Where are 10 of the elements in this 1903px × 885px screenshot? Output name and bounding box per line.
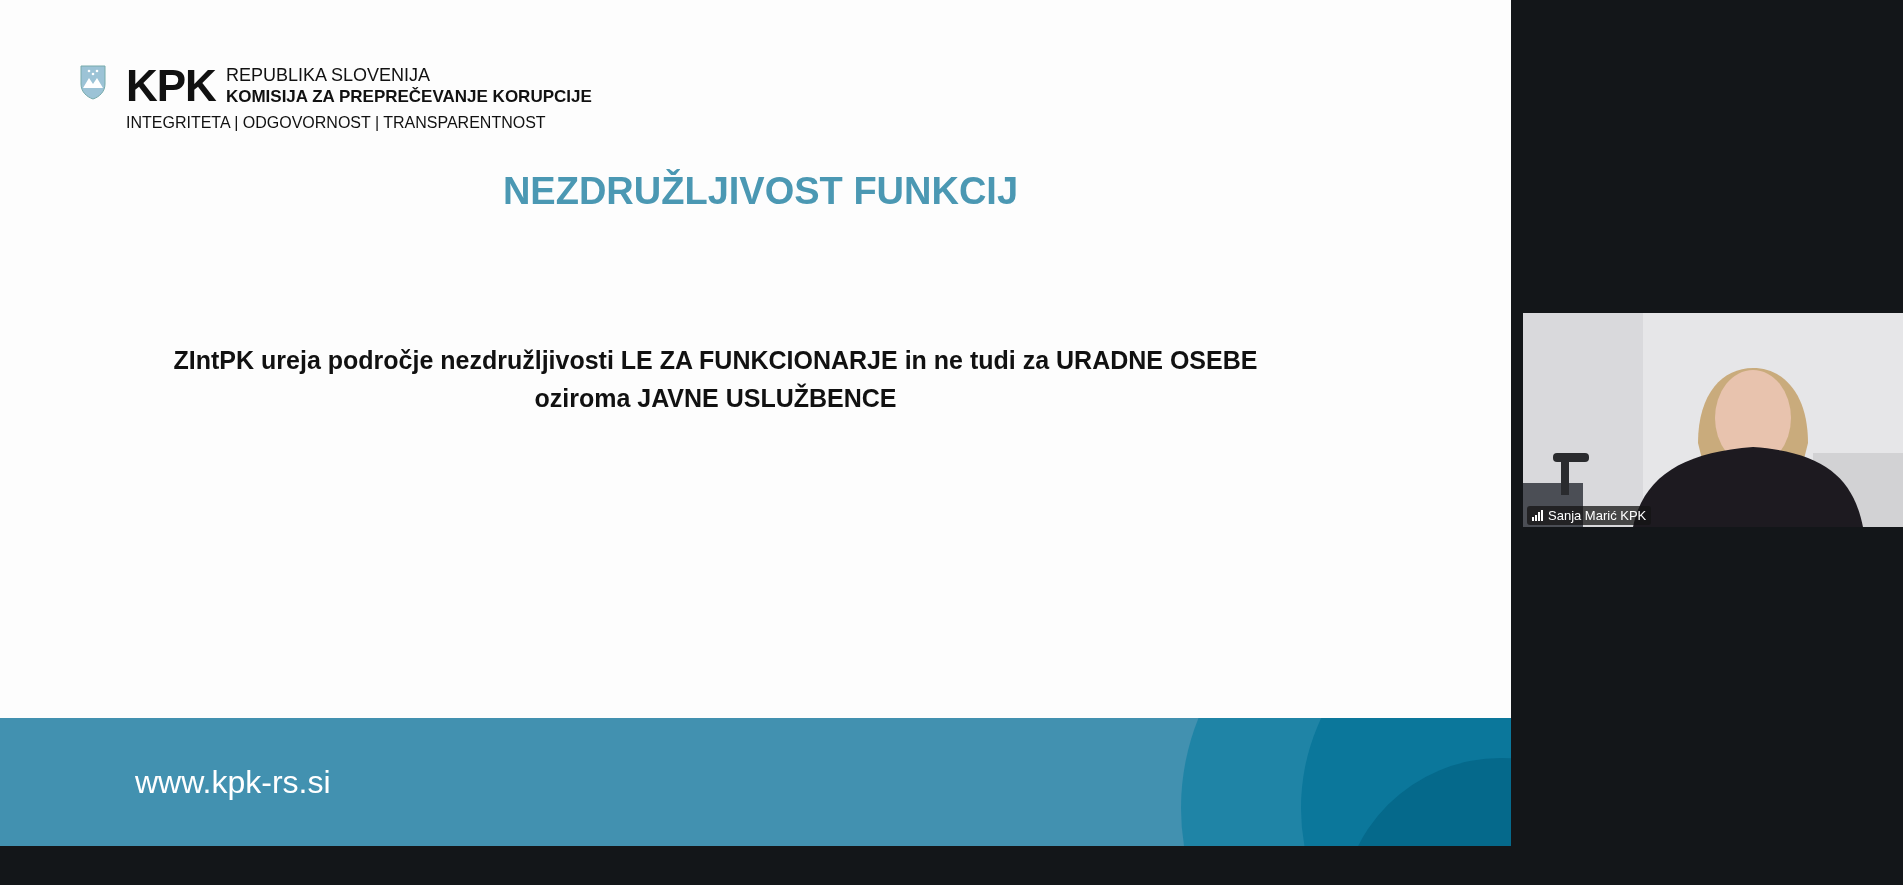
logo-line: REPUBLIKA SLOVENIJA: [225, 65, 431, 86]
logo-tagline: INTEGRITETA | ODGOVORNOST | TRANSPARENTNOST: [126, 114, 547, 132]
website-url: www.kpk-rs.si: [135, 763, 331, 801]
logo-line: KOMISIJA ZA PREPREČEVANJE KORUPCIJE: [225, 86, 592, 107]
participant-name: Sanja Marić KPK: [1548, 508, 1647, 523]
slide-text: ZIntPK ureja področje nezdružljivosti LE ZA FUNKCIONARJE in ne tudi za URADNE OSEBE oziroma JAVNE USLUŽBENCE: [172, 345, 1259, 414]
slide-title: NEZDRUŽLJIVOST FUNKCIJ: [501, 170, 1020, 213]
logo-acronym: KPK: [126, 64, 216, 108]
coat-of-arms-icon: [78, 64, 108, 100]
signal-icon: [1532, 510, 1544, 521]
